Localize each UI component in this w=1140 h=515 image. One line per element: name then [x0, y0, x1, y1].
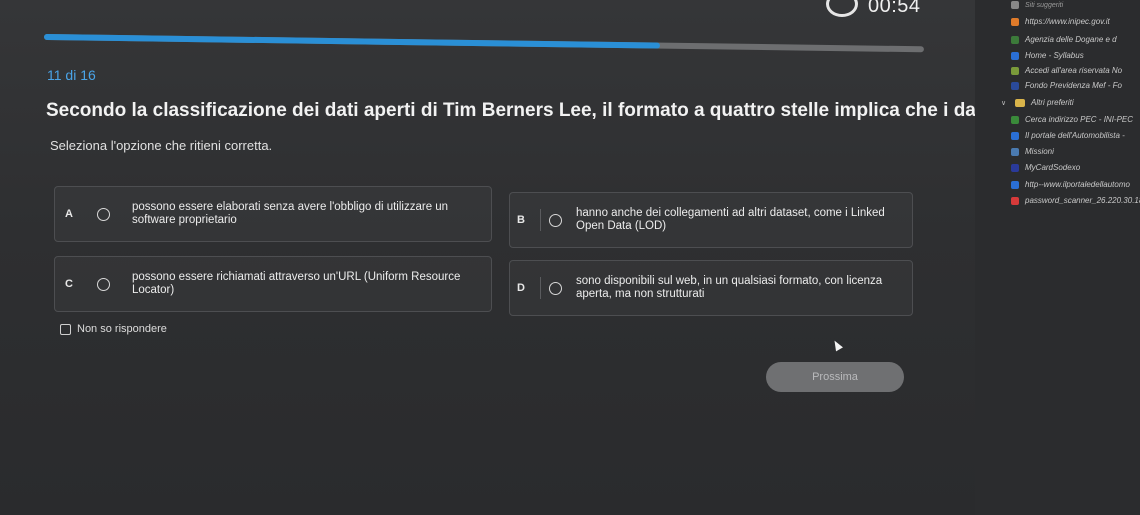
option-letter: B [517, 214, 525, 226]
option-letter: A [65, 208, 73, 220]
radio-icon[interactable] [549, 281, 562, 295]
suggested-sites-label: Siti suggeriti [1025, 1, 1064, 9]
checkbox-icon[interactable] [60, 323, 71, 335]
bookmark-item[interactable]: Cerca indirizzo PEC - INI-PEC [975, 112, 1140, 127]
instruction-text: Seleziona l'opzione che ritieni corretta… [50, 138, 273, 153]
quiz-area: 00:54 11 di 16 Secondo la classificazion… [0, 0, 1004, 515]
dogane-favicon-icon [1011, 35, 1019, 44]
option-label: sono disponibili sul web, in un qualsias… [576, 275, 883, 300]
bookmark-item[interactable]: Agenzia delle Dogane e d [975, 32, 1140, 47]
next-button[interactable]: Prossima [766, 362, 904, 392]
bookmark-label: Il portale dell'Automobilista - [1025, 131, 1125, 140]
folder-icon [1015, 98, 1025, 107]
option-label: possono essere elaborati senza avere l'o… [132, 201, 449, 226]
inipec-favicon-icon [1011, 17, 1019, 26]
mouse-pointer-icon [831, 338, 843, 352]
timer-ring-icon [826, 0, 858, 17]
missioni-favicon-icon [1011, 147, 1019, 156]
skip-label: Non so rispondere [77, 323, 167, 335]
radio-icon[interactable] [97, 277, 110, 291]
bookmark-label: http--www.ilportaledellautomo [1025, 180, 1130, 189]
inipec-favicon-icon [1011, 115, 1019, 124]
bookmark-label: https://www.inipec.gov.it [1025, 17, 1110, 26]
bookmark-item[interactable]: Home - Syllabus [975, 48, 1140, 63]
bookmark-item[interactable]: http--www.ilportaledellautomo [975, 177, 1140, 192]
timer: 00:54 [826, 0, 921, 20]
option-a[interactable]: A possono essere elaborati senza avere l… [54, 186, 492, 242]
bookmark-label: Altri preferiti [1031, 98, 1074, 107]
progress-bar [43, 34, 924, 53]
suggested-sites-header[interactable]: Siti suggeriti [975, 0, 1140, 10]
question-text: Secondo la classificazione dei dati aper… [46, 100, 1004, 121]
sodexo-favicon-icon [1011, 163, 1019, 172]
bookmark-item[interactable]: Il portale dell'Automobilista - [975, 128, 1140, 143]
scanner-favicon-icon [1011, 196, 1019, 205]
bookmark-item[interactable]: https://www.inipec.gov.it [975, 14, 1140, 29]
bookmark-label: Accedi all'area riservata No [1025, 66, 1123, 75]
bookmark-item[interactable]: password_scanner_26.220.30.18 [975, 193, 1140, 208]
radio-icon[interactable] [97, 207, 110, 221]
option-letter: C [65, 278, 73, 290]
bookmark-label: Home - Syllabus [1025, 51, 1084, 60]
bookmark-label: Missioni [1025, 147, 1054, 156]
bookmark-label: MyCardSodexo [1025, 163, 1081, 172]
skip-option[interactable]: Non so rispondere [60, 323, 167, 335]
bookmark-item[interactable]: Accedi all'area riservata No [975, 63, 1140, 78]
divider [540, 209, 541, 231]
divider [540, 277, 541, 299]
option-label: hanno anche dei collegamenti ad altri da… [576, 207, 885, 232]
globe-icon [1011, 1, 1019, 9]
progress-fill [43, 34, 660, 49]
chevron-down-icon[interactable]: ∨ [1001, 99, 1007, 107]
bookmarks-sidebar: Siti suggeriti https://www.inipec.gov.it… [975, 0, 1140, 515]
bookmark-folder[interactable]: ∨ Altri preferiti [975, 95, 1140, 110]
option-b[interactable]: B hanno anche dei collegamenti ad altri … [509, 192, 913, 248]
syllabus-favicon-icon [1011, 51, 1019, 60]
option-d[interactable]: D sono disponibili sul web, in un qualsi… [509, 260, 913, 316]
automobilista-favicon-icon [1011, 131, 1019, 140]
bookmark-label: password_scanner_26.220.30.18 [1025, 196, 1140, 205]
bookmark-label: Fondo Previdenza Mef - Fo [1025, 81, 1122, 90]
bookmark-label: Cerca indirizzo PEC - INI-PEC [1025, 115, 1134, 124]
bookmark-item[interactable]: Fondo Previdenza Mef - Fo [975, 78, 1140, 93]
option-label: possono essere richiamati attraverso un'… [132, 271, 461, 296]
option-letter: D [517, 282, 525, 294]
option-c[interactable]: C possono essere richiamati attraverso u… [54, 256, 492, 312]
radio-icon[interactable] [549, 213, 562, 227]
automobilista-favicon-icon [1011, 180, 1019, 189]
bookmark-item[interactable]: Missioni [975, 144, 1140, 159]
timer-value: 00:54 [868, 0, 921, 17]
question-counter: 11 di 16 [47, 67, 96, 83]
noipa-favicon-icon [1011, 66, 1019, 75]
bookmark-label: Agenzia delle Dogane e d [1025, 35, 1117, 44]
bookmark-item[interactable]: MyCardSodexo [975, 160, 1140, 175]
mef-favicon-icon [1011, 81, 1019, 90]
